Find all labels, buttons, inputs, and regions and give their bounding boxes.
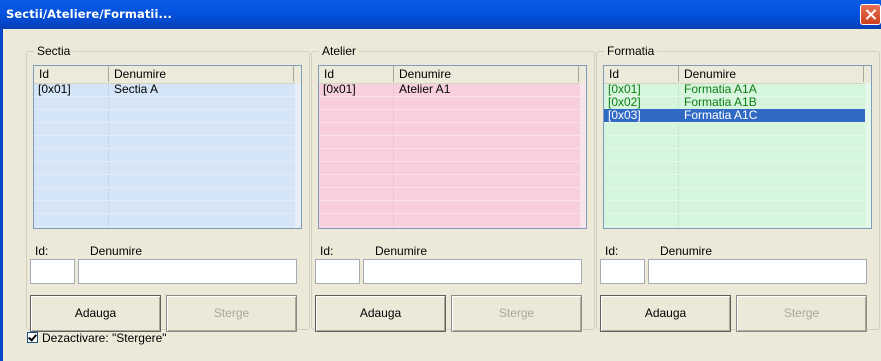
group-sectia: Sectia Id Denumire [0x01] Sectia A Id: De… [26,44,310,332]
list-edge [580,83,586,228]
delete-button[interactable]: Sterge [736,295,867,332]
grid-line [604,148,865,149]
item-id: [0x01] [38,82,71,96]
grid-line [34,174,295,175]
item-name: Formatia A1C [684,108,758,122]
checkbox-checked-icon[interactable] [27,332,38,343]
list-rows: [0x01] Formatia A1A [0x02] Formatia A1B [0x0… [604,83,871,228]
id-input[interactable] [600,259,645,284]
list-header: Id Denumire [34,66,301,84]
grid-line [319,135,580,136]
group-title-sectia: Sectia [34,44,74,58]
grid-line [319,200,580,201]
id-label: Id: [35,244,49,258]
grid-line [34,148,295,149]
grid-line [604,122,865,123]
list-sectia[interactable]: Id Denumire [0x01] Sectia A [33,65,302,229]
grid-line [319,161,580,162]
name-label: Denumire [90,244,143,258]
id-label: Id: [320,244,334,258]
item-id: [0x03] [608,108,641,122]
name-label: Denumire [660,244,713,258]
column-header-id[interactable]: Id [34,66,109,82]
grid-line [604,135,865,136]
column-header-id[interactable]: Id [604,66,679,82]
id-input[interactable] [30,259,75,284]
column-divider [108,83,109,228]
grid-line [34,187,295,188]
list-rows: [0x01] Sectia A [34,83,301,228]
dialog-client: Sectia Id Denumire [0x01] Sectia A Id: De… [0,29,881,361]
list-edge [865,83,871,228]
grid-line [319,213,580,214]
column-divider [393,83,394,228]
name-label: Denumire [375,244,428,258]
delete-button[interactable]: Sterge [451,295,582,332]
grid-line [319,148,580,149]
column-header-id[interactable]: Id [319,66,394,82]
item-id: [0x01] [323,82,356,96]
title-bar: Sectii/Ateliere/Formatii... [0,0,881,29]
list-rows: [0x01] Atelier A1 [319,83,586,228]
grid-line [604,213,865,214]
add-button[interactable]: Adauga [30,295,161,332]
grid-line [34,161,295,162]
id-input[interactable] [315,259,360,284]
grid-line [34,109,295,110]
grid-line [604,200,865,201]
close-button[interactable] [860,4,881,25]
grid-line [34,200,295,201]
group-title-formatia: Formatia [604,44,658,58]
item-name: Atelier A1 [399,82,451,96]
list-item[interactable]: [0x01] Atelier A1 [319,83,580,96]
grid-line [319,174,580,175]
grid-line [34,226,295,227]
list-item[interactable]: [0x01] Sectia A [34,83,295,96]
list-formatia[interactable]: Id Denumire [0x01] Formatia A1A [0x02] Form… [603,65,872,229]
column-header-name[interactable]: Denumire [394,66,579,82]
grid-line [34,96,295,97]
grid-line [604,187,865,188]
grid-line [319,122,580,123]
column-header-name[interactable]: Denumire [109,66,294,82]
grid-line [34,135,295,136]
column-header-name[interactable]: Denumire [679,66,864,82]
item-name: Sectia A [114,82,159,96]
grid-line [319,96,580,97]
group-title-atelier: Atelier [319,44,360,58]
list-atelier[interactable]: Id Denumire [0x01] Atelier A1 [318,65,587,229]
grid-line [319,226,580,227]
group-formatia: Formatia Id Denumire [0x01] Formatia A1A[… [596,44,880,332]
list-header: Id Denumire [319,66,586,84]
add-button[interactable]: Adauga [600,295,731,332]
id-label: Id: [605,244,619,258]
name-input[interactable] [363,259,582,284]
name-input[interactable] [78,259,297,284]
group-atelier: Atelier Id Denumire [0x01] Atelier A1 Id:… [311,44,595,332]
name-input[interactable] [648,259,867,284]
grid-line [604,174,865,175]
grid-line [319,187,580,188]
add-button[interactable]: Adauga [315,295,446,332]
grid-line [34,213,295,214]
list-edge [295,83,301,228]
delete-button[interactable]: Sterge [166,295,297,332]
grid-line [34,122,295,123]
grid-line [604,161,865,162]
window-title: Sectii/Ateliere/Formatii... [6,7,172,21]
grid-line [319,109,580,110]
list-item[interactable]: [0x03] Formatia A1C [604,109,865,122]
checkbox-label: Dezactivare: "Stergere" [42,331,167,345]
grid-line [604,226,865,227]
